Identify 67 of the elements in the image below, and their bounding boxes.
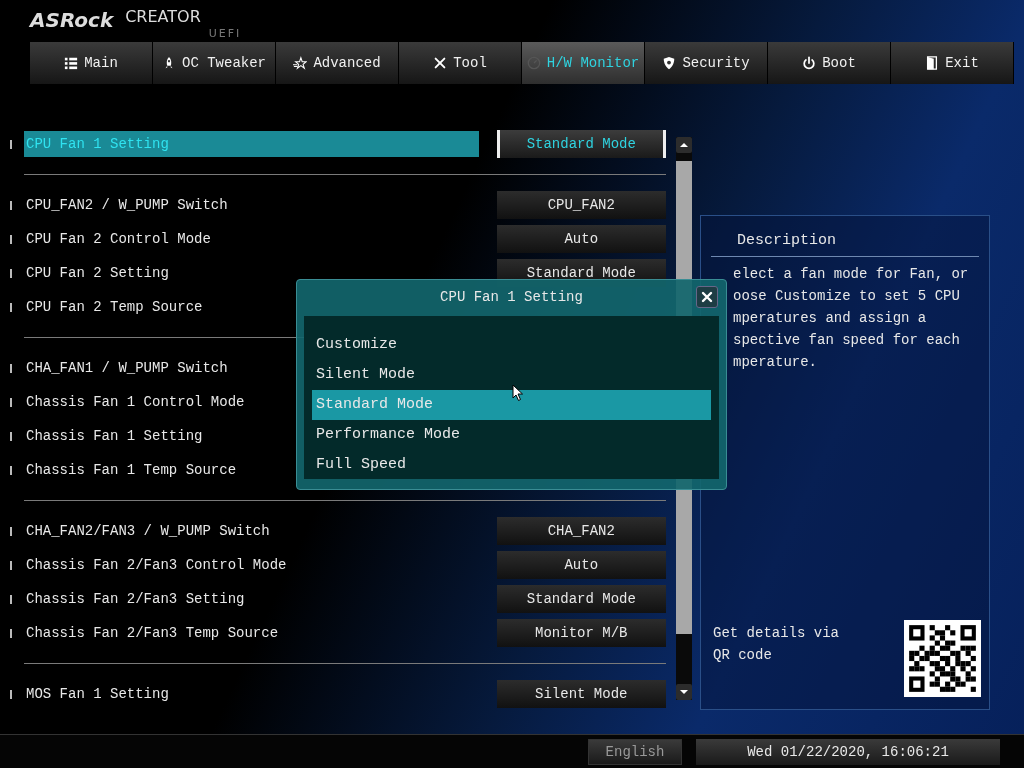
row-marker — [10, 268, 12, 278]
row-marker — [10, 363, 12, 373]
menu-tab[interactable]: Tool — [399, 42, 522, 84]
setting-label[interactable]: CHA_FAN2/FAN3 / W_PUMP Switch — [24, 518, 479, 544]
setting-value-button[interactable]: Monitor M/B — [496, 619, 666, 647]
setting-label[interactable]: CPU_FAN2 / W_PUMP Switch — [24, 192, 479, 218]
gauge-icon — [526, 56, 541, 70]
row-marker — [10, 234, 12, 244]
setting-value-button[interactable]: Silent Mode — [496, 680, 666, 708]
row-marker — [10, 465, 12, 475]
scroll-down-icon[interactable] — [676, 684, 692, 700]
scroll-up-icon[interactable] — [676, 137, 692, 153]
menu-tab[interactable]: Security — [645, 42, 768, 84]
date-time-display: Wed 01/22/2020, 16:06:21 — [696, 738, 1000, 765]
row-marker — [10, 302, 12, 312]
mouse-cursor-icon — [512, 384, 524, 402]
row-marker — [10, 431, 12, 441]
edition-label: UEFI — [208, 27, 242, 40]
description-text: spective fan speed for each — [733, 331, 961, 350]
product-name: CREATOR — [125, 7, 201, 26]
menu-tab[interactable]: H/W Monitor — [522, 42, 645, 84]
menu-tab[interactable]: Advanced — [276, 42, 399, 84]
power-icon — [802, 56, 817, 70]
door-icon — [925, 56, 940, 70]
popup-title: CPU Fan 1 Setting — [440, 289, 583, 305]
setting-value-button[interactable]: CHA_FAN2 — [496, 517, 666, 545]
row-marker — [10, 628, 12, 638]
row-marker — [10, 397, 12, 407]
list-icon — [64, 56, 79, 70]
menu-tab[interactable]: Boot — [768, 42, 891, 84]
row-marker — [10, 689, 12, 699]
setting-label[interactable]: CPU Fan 2 Setting — [24, 260, 479, 286]
row-marker — [10, 594, 12, 604]
option-item[interactable]: Performance Mode — [312, 420, 711, 450]
setting-label[interactable]: Chassis Fan 2/Fan3 Temp Source — [24, 620, 479, 646]
description-text: mperatures and assign a — [733, 309, 928, 328]
row-marker — [10, 526, 12, 536]
description-text: elect a fan mode for Fan, or — [733, 265, 970, 284]
description-text: oose Customize to set 5 CPU — [733, 287, 961, 306]
setting-label[interactable]: Chassis Fan 2/Fan3 Setting — [24, 586, 479, 612]
language-button[interactable]: English — [588, 738, 682, 765]
close-icon — [701, 291, 713, 303]
setting-label[interactable]: CPU Fan 2 Control Mode — [24, 226, 479, 252]
row-marker — [10, 200, 12, 210]
setting-value-button[interactable]: Standard Mode — [496, 585, 666, 613]
option-item[interactable]: Silent Mode — [312, 360, 711, 390]
row-marker — [10, 139, 12, 149]
star-icon — [293, 56, 308, 70]
setting-value-button[interactable]: Auto — [496, 551, 666, 579]
row-marker — [10, 560, 12, 570]
description-title: Description — [737, 232, 838, 251]
menu-tab[interactable]: Exit — [891, 42, 1014, 84]
brand-logo: ASRock — [30, 8, 114, 32]
option-item[interactable]: Full Speed — [312, 450, 711, 480]
menu-tab[interactable]: Main — [30, 42, 153, 84]
setting-label[interactable]: Chassis Fan 2/Fan3 Control Mode — [24, 552, 479, 578]
description-text: mperature. — [733, 353, 818, 372]
qr-code-icon — [904, 620, 981, 697]
option-item[interactable]: Customize — [312, 330, 711, 360]
setting-value-button[interactable]: Standard Mode — [496, 130, 666, 158]
menu-tab[interactable]: OC Tweaker — [153, 42, 276, 84]
qr-caption: Get details via QR code — [713, 624, 841, 665]
close-button[interactable] — [696, 286, 718, 308]
setting-label[interactable]: MOS Fan 1 Setting — [24, 681, 479, 707]
setting-value-button[interactable]: CPU_FAN2 — [496, 191, 666, 219]
shield-icon — [662, 56, 677, 70]
setting-value-button[interactable]: Auto — [496, 225, 666, 253]
